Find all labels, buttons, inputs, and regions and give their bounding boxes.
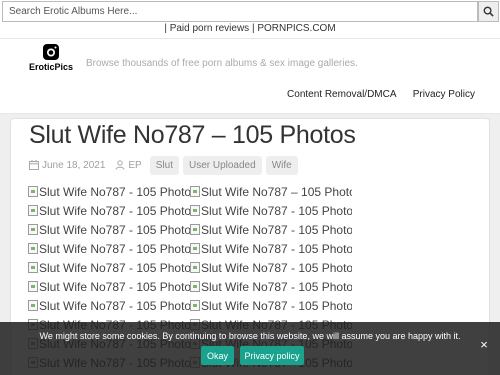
close-icon[interactable]: × (477, 338, 491, 352)
tag-slut[interactable]: Slut (149, 155, 179, 175)
gallery-image[interactable]: Slut Wife No787 - 105 Photos (28, 296, 190, 315)
gallery-image-alt: Slut Wife No787 - 105 Photos (201, 222, 352, 237)
gallery-image[interactable]: Slut Wife No787 - 105 Photos (28, 182, 190, 201)
gallery-image-alt: Slut Wife No787 - 105 Photos (39, 279, 190, 294)
gallery-image[interactable]: Slut Wife No787 - 105 Photos (28, 258, 190, 277)
gallery-image-alt: Slut Wife No787 - 105 Photos (201, 260, 352, 275)
gallery-image[interactable]: Slut Wife No787 - 105 Photos (28, 220, 190, 239)
gallery-image-alt: Slut Wife No787 - 105 Photos (201, 298, 352, 313)
gallery-image[interactable]: Slut Wife No787 - 105 Photos (190, 258, 352, 277)
post-author[interactable]: EP (128, 160, 141, 171)
broken-image-icon (190, 205, 200, 216)
site-header: EroticPics Browse thousands of free porn… (0, 38, 500, 114)
gallery-image[interactable]: Slut Wife No787 - 105 Photos (28, 239, 190, 258)
nav-item-dmca[interactable]: Content Removal/DMCA (287, 89, 396, 100)
main-nav: Content Removal/DMCA Privacy Policy (273, 89, 475, 100)
search-button[interactable] (478, 1, 499, 22)
nav-item-privacy-policy[interactable]: Privacy Policy (413, 89, 475, 100)
gallery-row: Slut Wife No787 - 105 Photos Slut Wife No… (28, 201, 388, 220)
gallery-row: Slut Wife No787 - 105 Photos Slut Wife No… (28, 296, 388, 315)
site-tagline: Browse thousands of free porn albums & s… (86, 58, 358, 69)
gallery-row: Slut Wife No787 - 105 Photos Slut Wife No… (28, 182, 388, 201)
broken-image-icon (28, 205, 38, 216)
post-date: June 18, 2021 (42, 159, 106, 171)
gallery-image[interactable]: Slut Wife No787 - 105 Photos (28, 277, 190, 296)
gallery-image-alt: Slut Wife No787 - 105 Photos (39, 222, 190, 237)
gallery-image[interactable]: Slut Wife No787 - 105 Photos (28, 201, 190, 220)
calendar-icon (29, 160, 39, 170)
broken-image-icon (190, 300, 200, 311)
cookie-okay-button[interactable]: Okay (201, 346, 234, 365)
tag-user-uploaded[interactable]: User Uploaded (182, 155, 262, 175)
broken-image-icon (190, 281, 200, 292)
search-bar (0, 0, 500, 23)
broken-image-icon (190, 262, 200, 273)
broken-image-icon (28, 262, 38, 273)
gallery-image[interactable]: Slut Wife No787 - 105 Photos (190, 239, 352, 258)
search-input[interactable] (2, 1, 478, 22)
gallery-image-alt: Slut Wife No787 - 105 Photos (39, 298, 190, 313)
broken-image-icon (190, 243, 200, 254)
gallery-image[interactable]: Slut Wife No787 - 105 Photos (190, 201, 352, 220)
post-meta: June 18, 2021 EP Slut User Uploaded Wife (29, 155, 302, 175)
gallery-image-alt: Slut Wife No787 - 105 Photos (39, 184, 190, 199)
gallery-image[interactable]: Slut Wife No787 – 105 Photos (190, 182, 352, 201)
broken-image-icon (28, 281, 38, 292)
gallery-image-alt: Slut Wife No787 - 105 Photos (201, 203, 352, 218)
gallery-image-alt: Slut Wife No787 - 105 Photos (201, 279, 352, 294)
cookie-privacy-policy-button[interactable]: Privacy policy (240, 346, 304, 365)
broken-image-icon (28, 300, 38, 311)
gallery-image-alt: Slut Wife No787 - 105 Photos (39, 241, 190, 256)
gallery-image[interactable]: Slut Wife No787 - 105 Photos (190, 220, 352, 239)
gallery-image[interactable]: Slut Wife No787 - 105 Photos (190, 296, 352, 315)
broken-image-icon (190, 224, 200, 235)
site-logo[interactable]: EroticPics (24, 43, 78, 77)
gallery-image-alt: Slut Wife No787 - 105 Photos (201, 241, 352, 256)
broken-image-icon (28, 243, 38, 254)
user-icon (115, 160, 125, 170)
gallery-image-alt: Slut Wife No787 - 105 Photos (39, 260, 190, 275)
gallery-image-alt: Slut Wife No787 – 105 Photos (201, 184, 352, 199)
gallery-row: Slut Wife No787 - 105 Photos Slut Wife No… (28, 220, 388, 239)
gallery-row: Slut Wife No787 - 105 Photos Slut Wife No… (28, 239, 388, 258)
camera-icon (43, 44, 59, 60)
broken-image-icon (28, 224, 38, 235)
gallery-row: Slut Wife No787 - 105 Photos Slut Wife No… (28, 258, 388, 277)
gallery-row: Slut Wife No787 - 105 Photos Slut Wife No… (28, 277, 388, 296)
top-links-text[interactable]: | Paid porn reviews | PORNPICS.COM (164, 23, 335, 34)
search-icon (483, 6, 494, 17)
post-title: Slut Wife No787 – 105 Photos (29, 121, 356, 149)
logo-text: EroticPics (28, 62, 74, 72)
broken-image-icon (28, 186, 38, 197)
gallery-image-alt: Slut Wife No787 - 105 Photos (39, 203, 190, 218)
gallery-image[interactable]: Slut Wife No787 - 105 Photos (190, 277, 352, 296)
tag-wife[interactable]: Wife (265, 155, 298, 175)
cookie-message: We might store some cookies. By continui… (39, 331, 461, 341)
top-links-bar: | Paid porn reviews | PORNPICS.COM (0, 22, 500, 38)
broken-image-icon (190, 186, 200, 197)
